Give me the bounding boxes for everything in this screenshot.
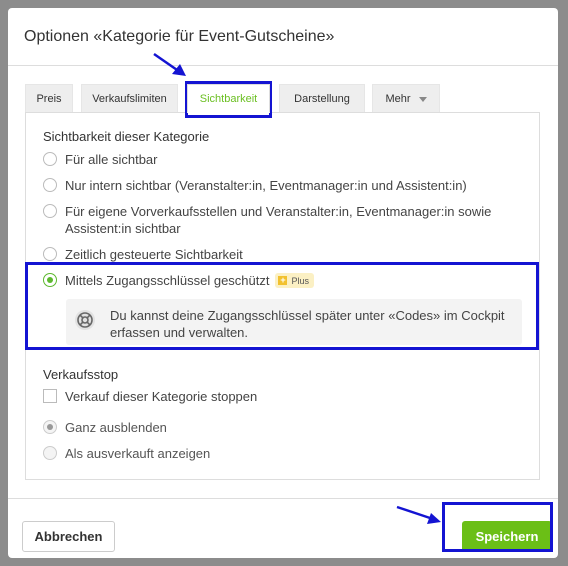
checkbox[interactable] (43, 389, 57, 403)
info-text: Du kannst deine Zugangsschlüssel später … (110, 308, 505, 340)
option-label: Für eigene Vorverkaufsstellen und Verans… (65, 204, 492, 236)
radio-button[interactable] (43, 152, 57, 166)
option-label: Nur intern sichtbar (Veranstalter:in, Ev… (65, 178, 467, 193)
radio-button[interactable] (43, 446, 57, 460)
option-label: Verkauf dieser Kategorie stoppen (65, 389, 258, 404)
radio-button[interactable] (43, 204, 57, 218)
sales-stop-option-soldout[interactable]: Als ausverkauft anzeigen (43, 445, 210, 462)
tab-sichtbarkeit[interactable]: Sichtbarkeit (187, 84, 270, 113)
visibility-panel: Sichtbarkeit dieser Kategorie Für alle s… (25, 112, 540, 480)
tab-label: Sichtbarkeit (199, 92, 258, 105)
badge-label: Plus (291, 275, 309, 286)
dialog-header: Optionen «Kategorie für Event-Gutscheine… (8, 8, 558, 66)
option-label: Ganz ausblenden (65, 420, 167, 435)
sales-stop-option-hide[interactable]: Ganz ausblenden (43, 419, 167, 436)
dialog-title: Optionen «Kategorie für Event-Gutscheine… (24, 28, 335, 45)
chevron-down-icon (418, 96, 427, 102)
option-label: Als ausverkauft anzeigen (65, 446, 211, 461)
cancel-button[interactable]: Abbrechen (22, 521, 115, 552)
visibility-section-title: Sichtbarkeit dieser Kategorie (43, 129, 210, 144)
visibility-option-timed[interactable]: Zeitlich gesteuerte Sichtbarkeit (43, 246, 243, 263)
radio-button[interactable] (43, 247, 57, 261)
tab-bar: Preis Verkaufslimiten Sichtbarkeit Darst… (25, 84, 540, 113)
sales-stop-checkbox[interactable]: Verkauf dieser Kategorie stoppen (43, 388, 257, 405)
option-label: Zeitlich gesteuerte Sichtbarkeit (65, 247, 243, 262)
tab-label: Preis (36, 93, 62, 105)
tab-verkaufslimiten[interactable]: Verkaufslimiten (81, 84, 178, 113)
sales-stop-title: Verkaufsstop (43, 367, 119, 382)
visibility-option-internal[interactable]: Nur intern sichtbar (Veranstalter:in, Ev… (43, 177, 467, 194)
option-label: Mittels Zugangsschlüssel geschützt (65, 273, 270, 288)
visibility-option-presale[interactable]: Für eigene Vorverkaufsstellen und Verans… (43, 203, 513, 237)
plus-icon: + (278, 275, 288, 285)
tab-label: Verkaufslimiten (92, 93, 167, 105)
tab-darstellung[interactable]: Darstellung (279, 84, 365, 113)
tab-preis[interactable]: Preis (25, 84, 73, 113)
options-dialog: Optionen «Kategorie für Event-Gutscheine… (8, 8, 558, 558)
save-button[interactable]: Speichern (462, 521, 552, 552)
radio-button-checked[interactable] (43, 273, 57, 287)
tab-label: Mehr (385, 93, 411, 105)
lifebuoy-icon (75, 310, 95, 330)
radio-button[interactable] (43, 178, 57, 192)
radio-button-checked[interactable] (43, 420, 57, 434)
option-label: Für alle sichtbar (65, 152, 158, 167)
tab-label: Darstellung (294, 93, 350, 105)
info-box: Du kannst deine Zugangsschlüssel später … (66, 299, 522, 345)
visibility-option-all[interactable]: Für alle sichtbar (43, 151, 157, 168)
visibility-option-access-key[interactable]: Mittels Zugangsschlüssel geschützt + Plus (43, 272, 314, 289)
plus-badge: + Plus (275, 273, 314, 288)
tab-mehr[interactable]: Mehr (372, 84, 440, 113)
